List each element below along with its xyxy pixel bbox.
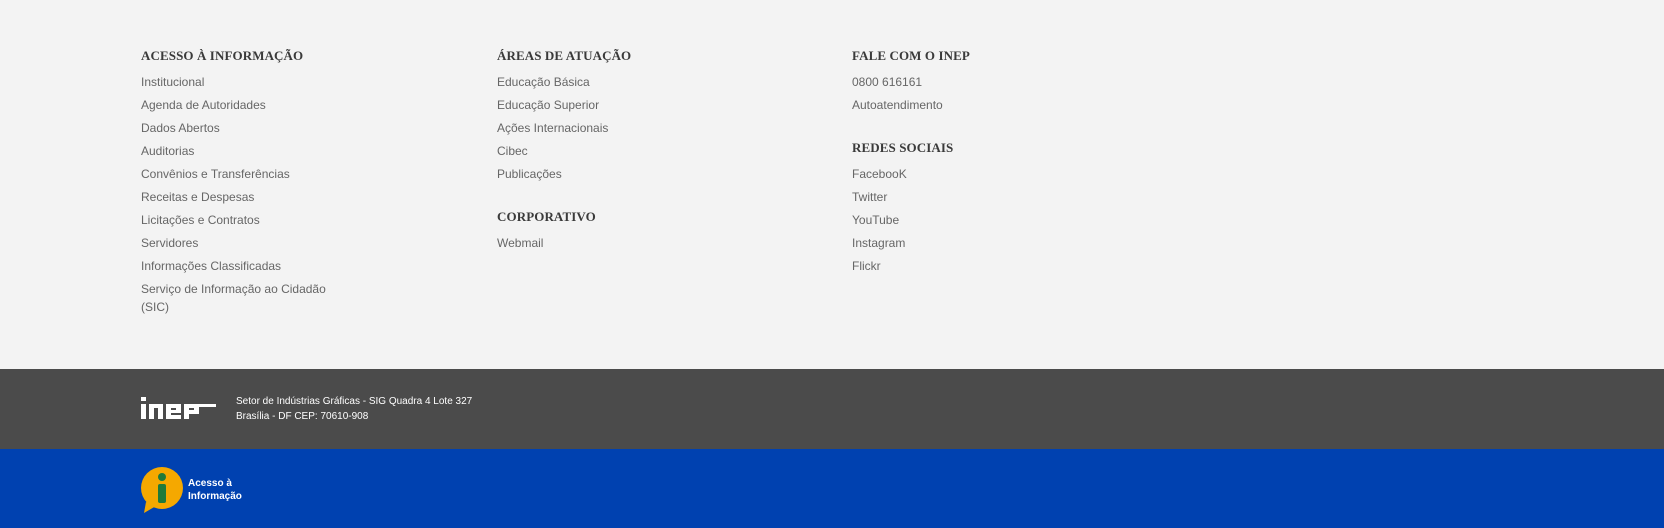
link-list-areas-atuacao: Educação Básica Educação Superior Ações … (497, 73, 697, 188)
footer-link-acoes-internacionais[interactable]: Ações Internacionais (497, 119, 697, 142)
footer-links-area: ACESSO À INFORMAÇÃO Institucional Agenda… (0, 0, 1664, 369)
footer-column-areas: ÁREAS DE ATUAÇÃO Educação Básica Educaçã… (497, 47, 697, 257)
footer-link-dados-abertos[interactable]: Dados Abertos (141, 119, 341, 142)
link-list-acesso-informacao: Institucional Agenda de Autoridades Dado… (141, 73, 341, 321)
section-title-fale-com-inep: FALE COM O INEP (852, 48, 970, 63)
footer-link-facebook[interactable]: FacebooK (852, 165, 1052, 188)
address-text: Setor de Indústrias Gráficas - SIG Quadr… (236, 394, 472, 424)
footer-link-autoatendimento[interactable]: Autoatendimento (852, 96, 1052, 119)
footer-column-contato: FALE COM O INEP 0800 616161 Autoatendime… (852, 47, 1052, 280)
footer-column-acesso: ACESSO À INFORMAÇÃO Institucional Agenda… (141, 47, 341, 321)
footer-link-youtube[interactable]: YouTube (852, 211, 1052, 234)
footer-link-auditorias[interactable]: Auditorias (141, 142, 341, 165)
inep-logo[interactable] (141, 397, 216, 419)
footer-link-servidores[interactable]: Servidores (141, 234, 341, 257)
acesso-informacao-label: Acesso à Informação (188, 477, 242, 503)
footer-link-twitter[interactable]: Twitter (852, 188, 1052, 211)
link-list-fale-com-inep: 0800 616161 Autoatendimento (852, 73, 1052, 119)
footer-link-licitacoes[interactable]: Licitações e Contratos (141, 211, 341, 234)
footer-link-publicacoes[interactable]: Publicações (497, 165, 697, 188)
government-bar: Acesso à Informação (0, 449, 1664, 528)
address-line-1: Setor de Indústrias Gráficas - SIG Quadr… (236, 396, 473, 407)
section-title-redes-sociais: REDES SOCIAIS (852, 140, 954, 155)
footer-link-educacao-superior[interactable]: Educação Superior (497, 96, 697, 119)
acesso-informacao-link[interactable]: Acesso à Informação (140, 466, 242, 514)
address-line-2: Brasília - DF CEP: 70610-908 (236, 411, 369, 422)
section-title-areas-atuacao: ÁREAS DE ATUAÇÃO (497, 48, 632, 63)
footer-link-cibec[interactable]: Cibec (497, 142, 697, 165)
footer-link-agenda-autoridades[interactable]: Agenda de Autoridades (141, 96, 341, 119)
link-list-corporativo: Webmail (497, 234, 697, 257)
acesso-informacao-label-line2: Informação (188, 491, 242, 502)
footer-link-instagram[interactable]: Instagram (852, 234, 1052, 257)
section-title-acesso-informacao: ACESSO À INFORMAÇÃO (141, 48, 304, 63)
address-bar: Setor de Indústrias Gráficas - SIG Quadr… (0, 369, 1664, 449)
footer-link-informacoes-classificadas[interactable]: Informações Classificadas (141, 257, 341, 280)
footer-link-telefone[interactable]: 0800 616161 (852, 73, 1052, 96)
link-list-redes-sociais: FacebooK Twitter YouTube Instagram Flick… (852, 165, 1052, 280)
footer-link-convenios[interactable]: Convênios e Transferências (141, 165, 341, 188)
footer-link-flickr[interactable]: Flickr (852, 257, 1052, 280)
footer-link-educacao-basica[interactable]: Educação Básica (497, 73, 697, 96)
footer-link-webmail[interactable]: Webmail (497, 234, 697, 257)
access-to-information-icon (141, 467, 183, 513)
section-title-corporativo: CORPORATIVO (497, 209, 596, 224)
footer-link-receitas-despesas[interactable]: Receitas e Despesas (141, 188, 341, 211)
footer-link-sic[interactable]: Serviço de Informação ao Cidadão (SIC) (141, 280, 331, 321)
footer-link-institucional[interactable]: Institucional (141, 73, 341, 96)
acesso-informacao-label-line1: Acesso à (188, 478, 232, 489)
